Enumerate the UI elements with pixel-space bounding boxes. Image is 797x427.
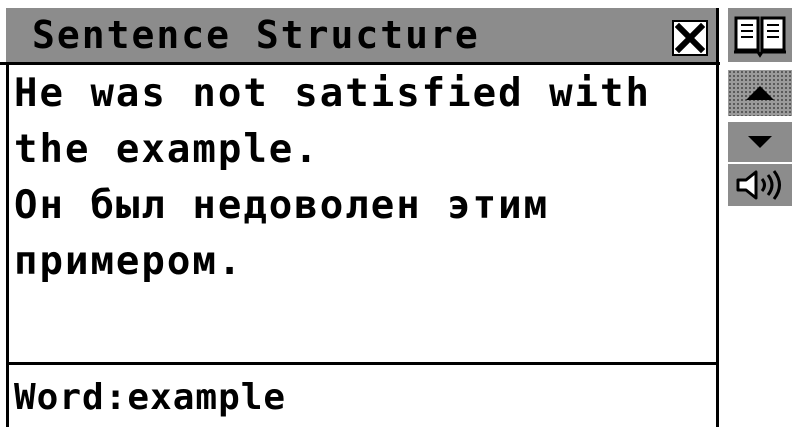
title-bar: Sentence Structure [6, 8, 718, 62]
sentence-line: the example. [14, 127, 320, 172]
sentence-line: Он был недоволен этим [14, 183, 550, 228]
arrow-up-icon [746, 86, 774, 100]
sentence-line: примером. [14, 239, 244, 284]
speak-button[interactable] [728, 164, 792, 206]
divider [0, 62, 720, 65]
scroll-down-button[interactable] [728, 122, 792, 162]
close-button[interactable] [672, 20, 708, 56]
sentence-line: He was not satisfied with [14, 71, 651, 116]
divider [6, 362, 719, 365]
scroll-up-button[interactable] [728, 70, 792, 116]
dictionary-window: Sentence Structure He was not satisfied … [0, 0, 797, 427]
sentence-text: He was not satisfied with the example. О… [14, 66, 714, 290]
close-icon [675, 23, 705, 53]
dictionary-button[interactable] [728, 8, 792, 62]
arrow-down-icon [748, 136, 772, 148]
divider [6, 62, 9, 427]
word-label: Word:example [14, 377, 287, 418]
speaker-icon [736, 170, 781, 200]
book-icon [734, 16, 786, 58]
window-title: Sentence Structure [32, 13, 480, 57]
